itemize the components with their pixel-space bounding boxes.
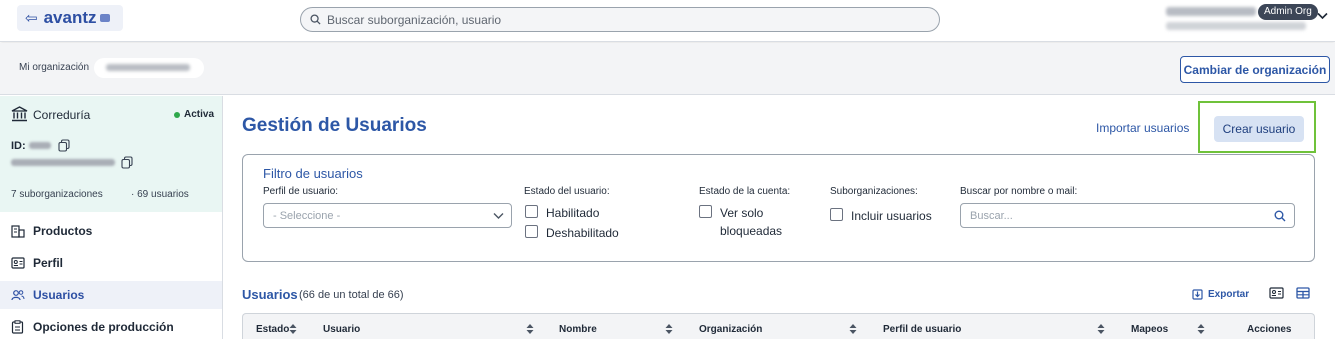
user-filter-panel: Filtro de usuarios Perfil de usuario: - … — [242, 154, 1315, 262]
search-icon[interactable] — [1274, 210, 1286, 222]
card-view-icon[interactable] — [1269, 287, 1284, 299]
logo-text: avantz — [43, 8, 97, 27]
sidebar-item-productos[interactable]: Productos — [0, 217, 222, 245]
users-icon — [11, 289, 27, 301]
enabled-checkbox[interactable]: Habilitado — [525, 204, 599, 222]
id-card-icon — [11, 257, 27, 269]
column-header-organizacion[interactable]: Organización — [699, 324, 762, 335]
checkbox-box[interactable] — [525, 205, 538, 218]
sidebar-item-perfil[interactable]: Perfil — [0, 249, 222, 277]
user-name-redacted — [1166, 7, 1256, 16]
sort-icon[interactable] — [289, 323, 297, 335]
user-email-redacted — [1166, 22, 1306, 30]
create-user-button[interactable]: Crear usuario — [1214, 116, 1304, 142]
chevron-down-icon — [493, 213, 504, 219]
clipboard-icon — [11, 320, 27, 334]
organization-type: Correduría — [33, 108, 91, 122]
copy-icon[interactable] — [121, 156, 133, 169]
organization-fullname — [11, 156, 133, 169]
status-text: Activa — [184, 109, 215, 120]
search-placeholder: Buscar suborganización, usuario — [327, 12, 502, 27]
enabled-label: Habilitado — [546, 206, 600, 220]
copy-icon[interactable] — [58, 139, 70, 152]
id-value-redacted — [28, 142, 51, 149]
change-organization-button[interactable]: Cambiar de organización — [1180, 56, 1330, 83]
sort-icon[interactable] — [526, 323, 534, 335]
sidebar-item-label: Perfil — [33, 256, 64, 270]
organization-name-redacted — [94, 58, 204, 78]
sidebar-item-label: Usuarios — [33, 288, 85, 302]
profile-select[interactable]: - Seleccione - — [263, 203, 512, 228]
organization-id: ID: — [11, 139, 70, 152]
include-users-checkbox[interactable]: Incluir usuarios — [830, 207, 932, 225]
export-button[interactable]: Exportar — [1192, 288, 1249, 300]
blocked-only-checkbox[interactable]: Ver solo bloqueadas — [699, 204, 782, 240]
sort-icon[interactable] — [1197, 323, 1205, 335]
checkbox-box[interactable] — [525, 225, 538, 238]
global-search-input[interactable]: Buscar suborganización, usuario — [300, 7, 940, 32]
org-name-redacted — [11, 159, 115, 166]
my-organization-label: Mi organización — [19, 62, 90, 73]
include-users-label: Incluir usuarios — [851, 209, 932, 223]
status-dot-icon — [174, 111, 180, 118]
users-section-title: Usuarios — [242, 287, 298, 302]
suborganizations-count: 7 suborganizaciones — [11, 189, 103, 200]
bank-icon — [11, 106, 28, 122]
column-header-mapeos[interactable]: Mapeos — [1131, 324, 1168, 335]
user-state-label: Estado del usuario: — [524, 186, 610, 197]
filter-title: Filtro de usuarios — [263, 166, 363, 181]
organization-bar: Mi organización Cambiar de organización — [0, 43, 1335, 95]
profile-label: Perfil de usuario: — [263, 186, 339, 197]
profile-select-value: - Seleccione - — [273, 209, 341, 222]
buildings-icon — [11, 224, 27, 238]
id-label: ID: — [11, 139, 26, 152]
sidebar-item-opciones-produccion[interactable]: Opciones de producción — [0, 313, 222, 339]
disabled-label: Deshabilitado — [546, 226, 619, 240]
search-by-name-label: Buscar por nombre o mail: — [960, 186, 1078, 197]
search-icon — [310, 14, 321, 25]
sidebar-item-label: Productos — [33, 224, 93, 238]
column-header-nombre[interactable]: Nombre — [559, 324, 597, 335]
sort-icon[interactable] — [665, 323, 673, 335]
export-icon — [1192, 289, 1203, 300]
account-state-label: Estado de la cuenta: — [699, 186, 791, 197]
blocked-only-label: Ver solo bloqueadas — [720, 206, 783, 238]
column-header-acciones: Acciones — [1247, 324, 1292, 335]
top-bar: ⇦ avantz Buscar suborganización, usuario… — [0, 0, 1335, 42]
page-title: Gestión de Usuarios — [242, 115, 427, 136]
organization-card: Correduría Activa ID: 7 suborganizacione… — [0, 96, 222, 212]
suborganizations-label: Suborganizaciones: — [830, 186, 918, 197]
column-header-estado[interactable]: Estado — [256, 324, 289, 335]
logo-arrow-icon: ⇦ — [25, 10, 38, 27]
column-header-usuario[interactable]: Usuario — [323, 324, 360, 335]
user-search-input[interactable]: Buscar... — [960, 203, 1295, 228]
table-view-icon[interactable] — [1296, 287, 1310, 299]
create-user-highlight: Crear usuario — [1198, 101, 1316, 153]
sort-icon[interactable] — [849, 323, 857, 335]
sidebar-item-label: Opciones de producción — [33, 320, 174, 334]
user-menu-chevron-down-icon[interactable] — [1317, 12, 1328, 20]
users-count-text: (66 de un total de 66) — [299, 289, 404, 301]
column-header-perfil[interactable]: Perfil de usuario — [883, 324, 961, 335]
disabled-checkbox[interactable]: Deshabilitado — [525, 224, 619, 242]
sidebar-item-usuarios[interactable]: Usuarios — [0, 281, 222, 309]
checkbox-box[interactable] — [699, 205, 712, 218]
users-table-header: Estado Usuario Nombre Organización Perfi… — [242, 313, 1315, 339]
status-badge: Activa — [174, 109, 214, 120]
export-label: Exportar — [1208, 288, 1250, 300]
organization-stats: 7 suborganizaciones · 69 usuarios — [11, 189, 211, 200]
checkbox-box[interactable] — [830, 208, 843, 221]
app-logo[interactable]: ⇦ avantz — [17, 5, 123, 31]
sort-icon[interactable] — [1097, 323, 1105, 335]
users-count: · 69 usuarios — [131, 189, 189, 200]
sidebar: Correduría Activa ID: 7 suborganizacione… — [0, 96, 223, 339]
role-badge: Admin Org — [1258, 4, 1318, 20]
import-users-link[interactable]: Importar usuarios — [1096, 121, 1189, 135]
logo-mark-icon — [99, 14, 110, 22]
user-search-placeholder: Buscar... — [970, 209, 1013, 222]
